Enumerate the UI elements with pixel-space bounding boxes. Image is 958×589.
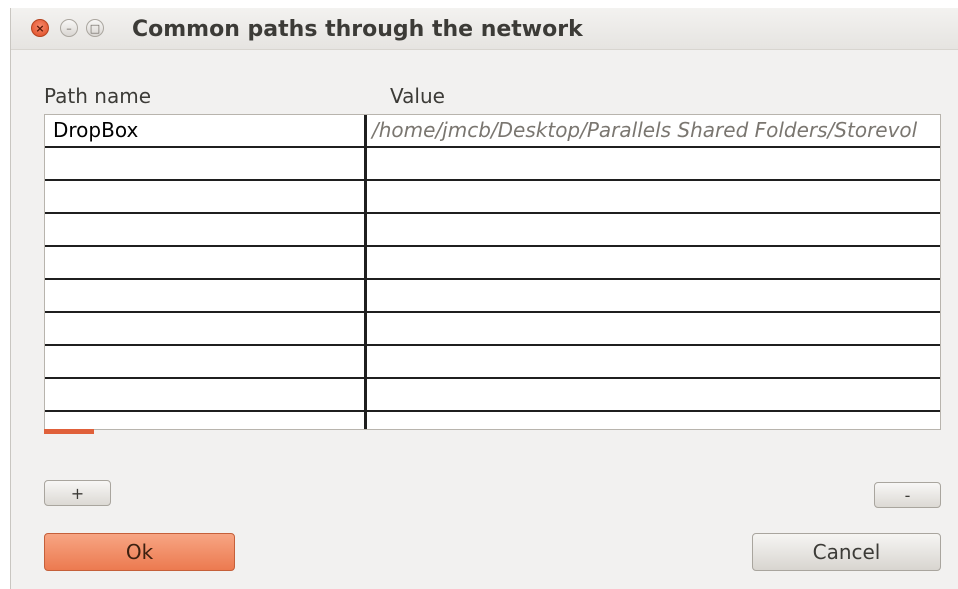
path-value-cell[interactable] [366, 148, 940, 179]
path-value-cell[interactable]: /home/jmcb/Desktop/Parallels Shared Fold… [366, 115, 940, 146]
path-name-cell[interactable] [45, 313, 366, 344]
title-bar[interactable]: × – □ Common paths through the network [11, 8, 958, 50]
column-divider [365, 115, 367, 429]
table-row[interactable] [45, 379, 940, 412]
table-row[interactable] [45, 148, 940, 181]
path-name-cell[interactable] [45, 346, 366, 377]
column-header-path-name: Path name [44, 84, 152, 108]
path-value-cell[interactable] [366, 280, 940, 311]
path-name-cell[interactable] [45, 379, 366, 410]
cancel-button[interactable]: Cancel [752, 533, 941, 571]
path-name-cell[interactable] [45, 148, 366, 179]
path-value-cell[interactable] [366, 379, 940, 410]
path-value-cell[interactable] [366, 214, 940, 245]
table-row[interactable] [45, 346, 940, 379]
table-row[interactable] [45, 280, 940, 313]
table-row[interactable] [45, 247, 940, 280]
path-name-cell[interactable] [45, 412, 366, 429]
path-name-cell[interactable]: DropBox [45, 115, 366, 146]
path-value-cell[interactable] [366, 313, 940, 344]
column-header-value: Value [390, 84, 445, 108]
ok-button[interactable]: Ok [44, 533, 235, 571]
path-value-cell[interactable] [366, 181, 940, 212]
table-row[interactable]: DropBox /home/jmcb/Desktop/Parallels Sha… [45, 115, 940, 148]
path-value-cell[interactable] [366, 412, 940, 429]
path-name-cell[interactable] [45, 280, 366, 311]
table-row[interactable] [45, 214, 940, 247]
dialog-window: × – □ Common paths through the network P… [10, 8, 958, 589]
horizontal-scrollbar[interactable] [44, 429, 94, 434]
close-window-icon[interactable]: × [31, 19, 49, 37]
path-name-cell[interactable] [45, 247, 366, 278]
add-row-button[interactable]: + [44, 480, 111, 506]
table-row[interactable] [45, 412, 940, 429]
path-name-cell[interactable] [45, 181, 366, 212]
remove-row-button[interactable]: - [874, 482, 941, 508]
path-name-cell[interactable] [45, 214, 366, 245]
path-value-cell[interactable] [366, 247, 940, 278]
maximize-window-icon[interactable]: □ [86, 19, 104, 37]
table-row[interactable] [45, 313, 940, 346]
paths-table: DropBox /home/jmcb/Desktop/Parallels Sha… [44, 114, 941, 430]
table-row[interactable] [45, 181, 940, 214]
window-title: Common paths through the network [132, 17, 583, 42]
minimize-window-icon[interactable]: – [60, 19, 78, 37]
path-value-cell[interactable] [366, 346, 940, 377]
